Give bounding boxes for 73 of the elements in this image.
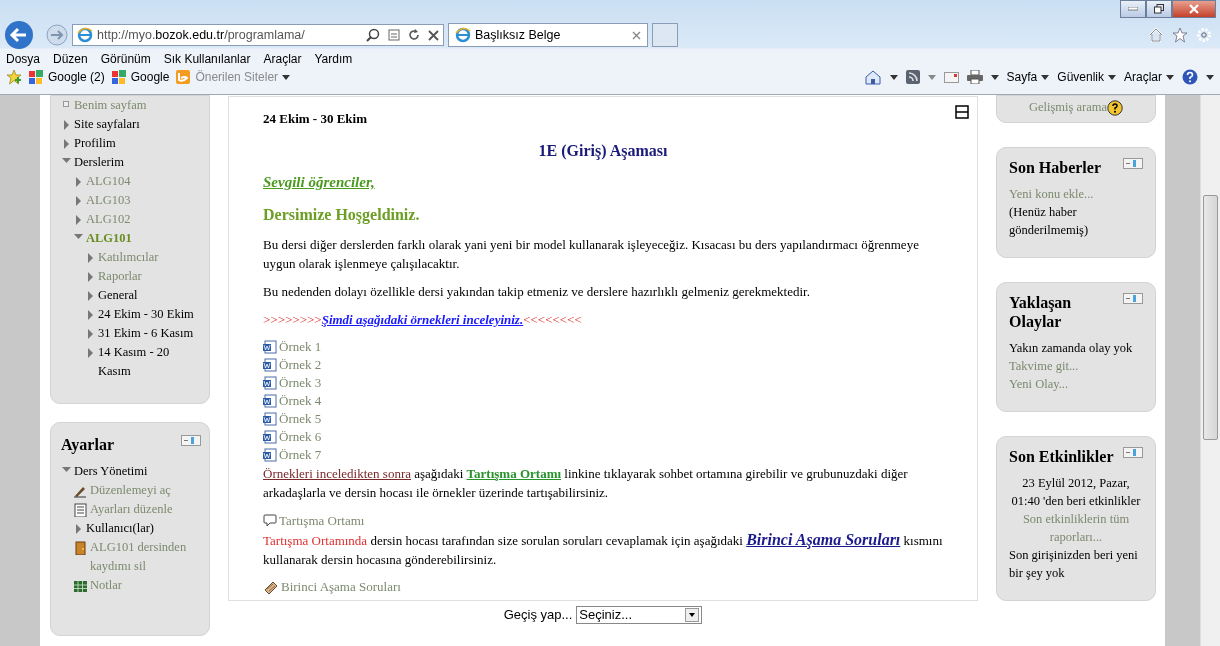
- sidebar-text: Son girişinizden beri yeni bir şey yok: [1009, 547, 1139, 583]
- paragraph: >>>>>>>>Şimdi aşağıdaki örnekleri inceleyiniz.<<<<<<<<: [263, 311, 583, 329]
- menu-item[interactable]: Dosya: [6, 50, 40, 68]
- command-menu[interactable]: Araçlar: [1124, 68, 1174, 86]
- jump-label: Geçiş yap...: [503, 606, 573, 624]
- jump-select[interactable]: Seçiniz...: [576, 605, 703, 624]
- paragraph: Bu nedenden dolayı özellikle dersi yakından takip etmeniz ve derslere hazırlıklı gelmeniz gerekmektedir.: [263, 283, 811, 301]
- nav-item[interactable]: ALG103: [86, 191, 131, 210]
- link[interactable]: Birinci Aşama Soruları: [746, 531, 901, 548]
- nav-item[interactable]: Derslerim: [74, 153, 124, 172]
- paragraph: Tartışma Ortamında dersin hocası tarafından size sorulan soruları cevaplamak için aşağıdaki Birinci Aşama Soruları kısmını kullanarak dersin hocasına gönderebilirsiniz.: [263, 530, 943, 569]
- sidebar-link[interactable]: Yeni Olay...: [1009, 375, 1143, 394]
- section-date: 24 Ekim - 30 Ekim: [263, 110, 367, 128]
- resource-link[interactable]: Örnek 1: [263, 338, 943, 356]
- resource-link[interactable]: Tartışma Ortamı: [263, 512, 943, 530]
- block-title: Ayarlar: [61, 435, 114, 454]
- resource-link[interactable]: Örnek 3: [263, 374, 943, 392]
- block-title: Son Etkinlikler: [1009, 447, 1114, 467]
- nav-item[interactable]: ALG102: [86, 210, 131, 229]
- address-bar[interactable]: http://myo.bozok.edu.tr/programlama/: [72, 24, 444, 46]
- nav-item[interactable]: Kullanıcı(lar): [86, 519, 155, 538]
- nav-item[interactable]: Raporlar: [98, 267, 142, 286]
- menu-item[interactable]: Sık Kullanılanlar: [163, 50, 251, 68]
- nav-item[interactable]: Profilim: [74, 134, 116, 153]
- nav-item[interactable]: Benim sayfam: [74, 96, 147, 115]
- nav-item[interactable]: Ders Yönetimi: [74, 462, 148, 481]
- tab-title: Başlıksız Belge: [475, 26, 561, 44]
- sidebar-link[interactable]: Yeni konu ekle...: [1009, 185, 1143, 204]
- nav-item[interactable]: ALG101: [86, 229, 132, 248]
- paragraph: Örnekleri inceledikten sonra aşağıdaki Tartışma Ortamı linkine tıklayarak sohbet ortamına girebilir ve grubunuzdaki diğer arkadaşlarla ve dersin hocası ile örnekler üzerinde tartışabilirsiniz.: [263, 465, 909, 502]
- menu-item[interactable]: Düzen: [53, 50, 88, 68]
- command-menu[interactable]: Güvenlik: [1057, 68, 1116, 86]
- nav-item[interactable]: 14 Kasım - 20 Kasım: [98, 343, 201, 381]
- nav-item[interactable]: Katılımcılar: [98, 248, 159, 267]
- advanced-search-link[interactable]: Gelişmiş arama: [1028, 100, 1108, 114]
- favorites-link[interactable]: Google: [110, 68, 170, 86]
- command-menu[interactable]: Sayfa: [1006, 68, 1050, 86]
- resource-link[interactable]: Örnek 7: [263, 446, 943, 464]
- browser-tab[interactable]: Başlıksız Belge: [448, 23, 648, 47]
- sidebar-link[interactable]: Takvime git...: [1009, 357, 1143, 376]
- menu-item[interactable]: Görünüm: [100, 50, 151, 68]
- address-text: http://myo.bozok.edu.tr/programlama/: [97, 26, 305, 44]
- block-title: Yaklaşan Olaylar: [1009, 293, 1073, 332]
- nav-item[interactable]: ALG104: [86, 172, 131, 191]
- greeting-link[interactable]: Sevgili öğrenciler,: [263, 170, 943, 193]
- block-title: Son Haberler: [1009, 158, 1101, 178]
- link[interactable]: Tartışma Ortamı: [466, 466, 562, 481]
- nav-item[interactable]: ALG101 dersinden kaydımı sil: [90, 538, 201, 576]
- link[interactable]: Örnekleri inceledikten sonra: [263, 466, 411, 481]
- nav-item[interactable]: 31 Ekim - 6 Kasım: [98, 324, 194, 343]
- nav-item[interactable]: Site sayfaları: [74, 115, 140, 134]
- resource-link[interactable]: Örnek 6: [263, 428, 943, 446]
- menu-item[interactable]: Araçlar: [263, 50, 302, 68]
- resource-link[interactable]: Örnek 4: [263, 392, 943, 410]
- nav-item[interactable]: Düzenlemeyi aç: [90, 481, 171, 500]
- section-title: 1E (Giriş) Aşaması: [537, 140, 669, 162]
- favorites-link[interactable]: Önerilen Siteler: [175, 68, 291, 86]
- reports-link[interactable]: Son etkinliklerin tüm raporları...: [1009, 510, 1143, 547]
- resource-link[interactable]: Örnek 2: [263, 356, 943, 374]
- resource-link[interactable]: Birinci Aşama Soruları: [263, 578, 943, 596]
- nav-item[interactable]: General: [98, 286, 138, 305]
- favorites-link[interactable]: Google (2): [28, 68, 105, 86]
- activity-info: 23 Eylül 2012, Pazar, 01:40 'den beri etkinlikler: [1010, 475, 1142, 511]
- nav-item[interactable]: Ayarları düzenle: [90, 500, 173, 519]
- sidebar-text: (Henüz haber gönderilmemiş): [1009, 204, 1090, 240]
- resource-link[interactable]: Örnek 5: [263, 410, 943, 428]
- nav-item[interactable]: Notlar: [90, 576, 122, 595]
- paragraph: Bu dersi diğer derslerden farklı olarak yani yeni bir model kullanarak işleyeceğiz. Kısacası bu ders yapılandırmacı öğrenmeye uygun olarak işlenmeye çalışılacaktır.: [263, 236, 920, 273]
- menu-item[interactable]: Yardım: [314, 50, 353, 68]
- link[interactable]: Şimdi aşağıdaki örnekleri inceleyiniz.: [321, 312, 524, 327]
- welcome-heading: Dersimize Hoşgeldiniz.: [263, 205, 421, 226]
- nav-item[interactable]: 24 Ekim - 30 Ekim: [98, 305, 194, 324]
- sidebar-text: Yakın zamanda olay yok: [1009, 340, 1134, 358]
